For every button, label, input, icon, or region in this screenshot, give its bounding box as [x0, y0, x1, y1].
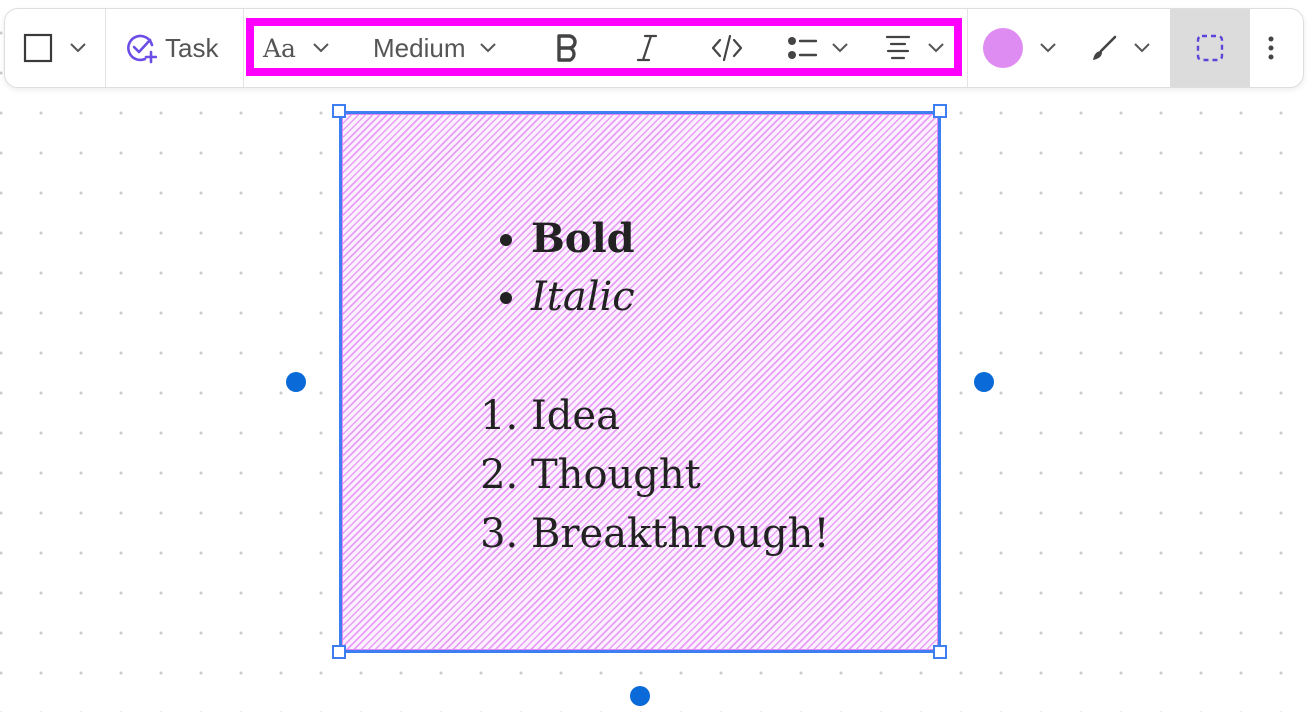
resize-handle-bottom-right[interactable] — [933, 645, 947, 659]
connector-handle-right[interactable] — [974, 372, 994, 392]
list-item: Italic — [531, 268, 830, 327]
font-size-button[interactable]: Medium — [373, 9, 497, 87]
border-style-button[interactable] — [1089, 9, 1151, 87]
bold-button[interactable] — [555, 9, 581, 87]
more-vertical-icon — [1268, 36, 1274, 60]
add-task-icon — [127, 34, 157, 64]
resize-handle-top-left[interactable] — [332, 104, 346, 118]
color-swatch — [983, 28, 1023, 68]
align-center-icon — [885, 35, 911, 60]
chevron-down-icon — [479, 42, 497, 54]
bullet-list: Bold Italic — [483, 209, 830, 327]
selection-toggle-button[interactable] — [1170, 9, 1250, 87]
bold-icon — [557, 34, 577, 62]
list-item: Idea — [531, 387, 830, 446]
chevron-down-icon — [1039, 42, 1057, 54]
font-label: Aa — [263, 33, 296, 63]
shape-picker-button[interactable] — [23, 9, 87, 87]
list-item: Thought — [531, 446, 830, 505]
brush-icon — [1093, 35, 1117, 60]
chevron-down-icon — [69, 42, 87, 54]
list-item: Bold — [531, 209, 830, 268]
list-item: Breakthrough! — [531, 505, 830, 564]
text-align-button[interactable] — [885, 9, 945, 87]
connector-handle-bottom[interactable] — [630, 686, 650, 706]
chevron-down-icon — [312, 42, 330, 54]
numbered-list: Idea Thought Breakthrough! — [483, 387, 830, 564]
resize-handle-bottom-left[interactable] — [332, 645, 346, 659]
chevron-down-icon — [1133, 42, 1151, 54]
sticky-note[interactable]: Bold Italic Idea Thought Breakthrough! — [341, 113, 939, 651]
italic-button[interactable] — [635, 9, 659, 87]
task-label: Task — [165, 32, 219, 63]
square-icon — [23, 33, 53, 63]
connector-handle-left[interactable] — [286, 372, 306, 392]
font-family-button[interactable]: Aa — [263, 9, 330, 87]
formatting-toolbar: Task Aa Medium — [4, 8, 1304, 88]
list-style-button[interactable] — [787, 9, 849, 87]
task-button[interactable]: Task — [125, 9, 218, 87]
font-size-label: Medium — [373, 32, 466, 63]
code-button[interactable] — [711, 9, 743, 87]
dashed-select-icon — [1196, 34, 1224, 62]
more-options-button[interactable] — [1267, 9, 1275, 87]
bullet-list-icon — [788, 37, 817, 59]
color-picker-button[interactable] — [983, 9, 1057, 87]
chevron-down-icon — [831, 42, 849, 54]
note-content[interactable]: Bold Italic Idea Thought Breakthrough! — [483, 209, 830, 564]
resize-handle-top-right[interactable] — [933, 104, 947, 118]
italic-icon — [636, 34, 658, 62]
chevron-down-icon — [927, 42, 945, 54]
code-icon — [711, 34, 743, 62]
